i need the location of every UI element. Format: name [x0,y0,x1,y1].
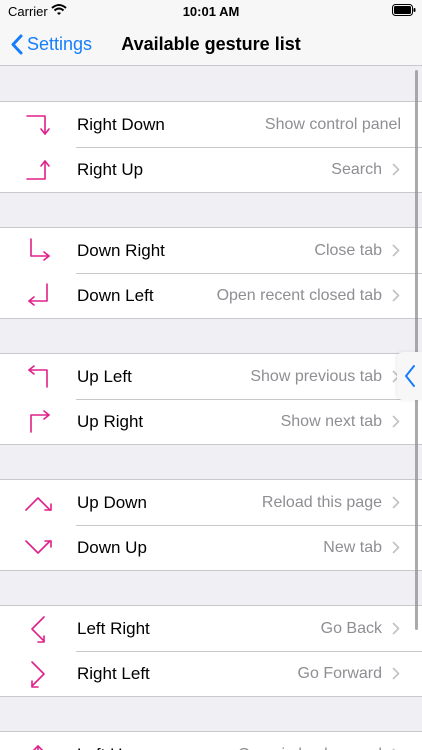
gesture-action: Go Forward [297,665,382,682]
gesture-row[interactable]: Up Down Reload this page [0,480,422,525]
left-up-gesture-icon [32,745,44,750]
gesture-section: Left Up Open in background [0,731,422,750]
chevron-right-icon [392,415,400,428]
gesture-name: Down Right [77,241,165,260]
chevron-right-icon [392,163,400,176]
right-left-gesture-icon [31,661,45,688]
gesture-action: Search [331,161,382,178]
gesture-action: Show control panel [264,116,401,133]
gesture-section: Right Down Show control panel Right Up Sear… [0,101,422,193]
gesture-name: Right Up [77,160,144,179]
gesture-name: Up Left [77,367,132,386]
up-right-gesture-icon [30,410,50,433]
gesture-section: Up Left Show previous tab Up Right Show nex… [0,353,422,445]
battery-icon [392,4,416,16]
status-time: 10:01 AM [182,4,240,19]
gesture-name: Up Right [77,412,144,431]
gesture-row[interactable]: Down Right Close tab [0,228,422,273]
gesture-name: Left Right [77,619,150,638]
gesture-action: New tab [323,539,382,556]
down-right-gesture-icon [30,238,50,261]
left-right-gesture-icon [31,616,45,643]
gesture-section: Left Right Go Back Right Left Go Forward [0,605,422,697]
gesture-section: Up Down Reload this page Down Up New tab [0,479,422,571]
gesture-name: Up Down [77,493,147,512]
gesture-row[interactable]: Left Up Open in background [0,732,422,750]
chevron-right-icon [392,244,400,257]
gesture-action: Open in background [238,746,382,750]
chevron-right-icon [392,622,400,635]
down-up-gesture-icon [25,540,52,554]
gesture-row[interactable]: Right Up Search [0,147,422,192]
chevron-right-icon [392,289,400,302]
chevron-right-icon [392,667,400,680]
gesture-action: Go Back [320,620,382,637]
gesture-action: Reload this page [261,494,382,511]
gesture-action: Show next tab [280,413,382,430]
up-left-gesture-icon [28,365,48,388]
gesture-row[interactable]: Right Down Show control panel [0,102,422,147]
gesture-name: Down Up [77,538,147,557]
gesture-action: Open recent closed tab [216,287,382,304]
gesture-action: Close tab [314,242,382,259]
gesture-action: Show previous tab [250,368,382,385]
gesture-name: Left Up [77,745,132,750]
gesture-list: Right Down Show control panel Right Up Sear… [0,67,422,750]
navigation-bar: Settings Available gesture list [0,22,422,66]
side-panel-handle[interactable] [397,352,422,400]
down-left-gesture-icon [28,283,48,306]
chevron-right-icon [392,496,400,509]
gesture-row[interactable]: Up Right Show next tab [0,399,422,444]
chevron-left-icon [405,365,415,387]
gesture-name: Right Down [77,115,165,134]
gesture-row[interactable]: Right Left Go Forward [0,651,422,696]
page-title: Available gesture list [121,34,301,54]
gesture-row[interactable]: Left Right Go Back [0,606,422,651]
status-bar: Carrier 10:01 AM [0,0,422,22]
up-down-gesture-icon [25,497,52,511]
right-up-gesture-icon [26,160,50,180]
gesture-section: Down Right Close tab Down Left Open recent … [0,227,422,319]
gesture-row[interactable]: Down Left Open recent closed tab [0,273,422,318]
gesture-name: Down Left [77,286,154,305]
scroll-indicator [415,70,418,630]
gesture-name: Right Left [77,664,150,683]
gesture-row[interactable]: Down Up New tab [0,525,422,570]
gesture-row[interactable]: Up Left Show previous tab [0,354,422,399]
right-down-gesture-icon [26,115,50,135]
chevron-right-icon [392,541,400,554]
